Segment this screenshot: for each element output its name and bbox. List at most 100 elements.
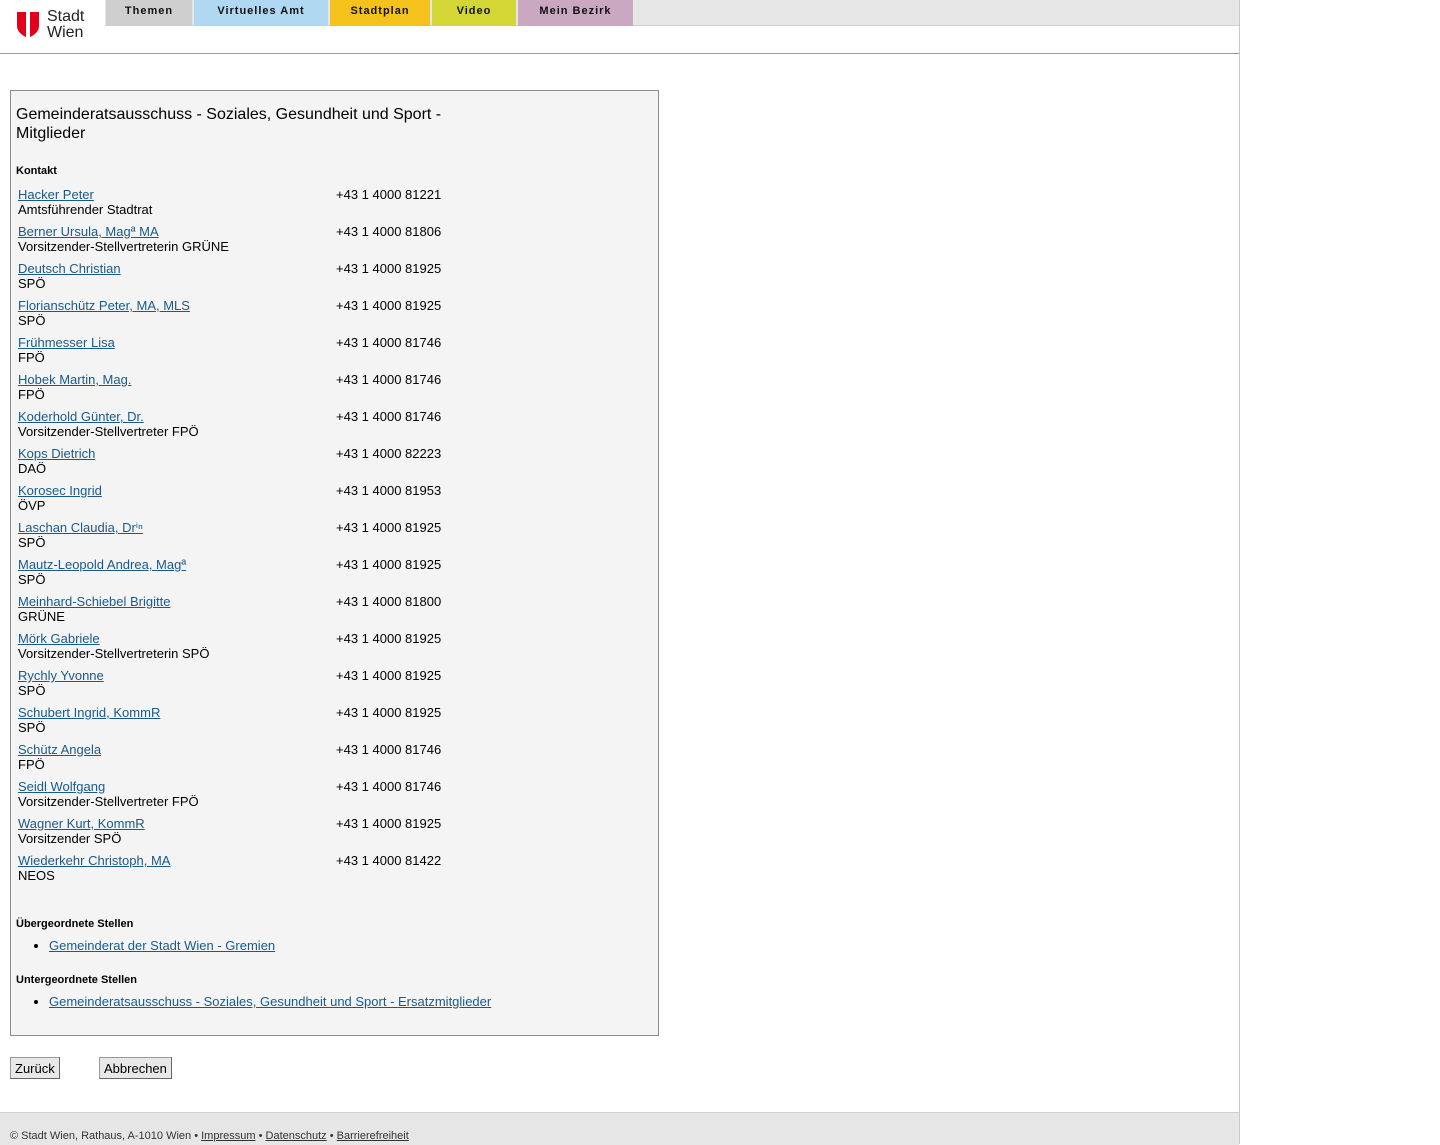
member-row: Florianschütz Peter, MA, MLS SPÖ +43 1 400… (18, 298, 618, 335)
tab-video[interactable]: Video (432, 0, 516, 26)
member-role: GRÜNE (18, 609, 65, 624)
member-name-link[interactable]: Laschan Claudia, Drⁱⁿ (18, 520, 143, 535)
tab-mein-bezirk[interactable]: Mein Bezirk (518, 0, 633, 26)
member-role: Vorsitzender SPÖ (18, 831, 122, 846)
vienna-shield-icon (17, 12, 39, 38)
tab-stadtplan[interactable]: Stadtplan (330, 0, 430, 26)
list-item: Gemeinderat der Stadt Wien - Gremien (49, 938, 275, 953)
member-name-link[interactable]: Wagner Kurt, KommR (18, 816, 145, 831)
member-role: NEOS (18, 868, 55, 883)
member-row: Berner Ursula, Magª MA Vorsitzender-Stell… (18, 224, 618, 261)
member-name-link[interactable]: Schubert Ingrid, KommR (18, 705, 160, 720)
member-phone: +43 1 4000 81746 (336, 335, 442, 350)
member-name-link[interactable]: Koderhold Günter, Dr. (18, 409, 144, 424)
member-phone: +43 1 4000 81953 (336, 483, 442, 498)
member-row: Hacker Peter Amtsführender Stadtrat +43 1 … (18, 187, 618, 224)
footer-separator: • (258, 1130, 263, 1142)
member-name-link[interactable]: Florianschütz Peter, MA, MLS (18, 298, 190, 313)
member-row: Koderhold Günter, Dr. Vorsitzender-Stellv… (18, 409, 618, 446)
stadt-wien-logo[interactable]: Stadt Wien (16, 9, 96, 43)
member-phone: +43 1 4000 81746 (336, 742, 442, 757)
header: Stadt Wien Themen Virtuelles Amt Stadtpl… (0, 0, 1239, 54)
member-name-link[interactable]: Hobek Martin, Mag. (18, 372, 131, 387)
member-role: SPÖ (18, 535, 46, 550)
member-phone: +43 1 4000 81925 (336, 816, 442, 831)
member-role: SPÖ (18, 313, 46, 328)
member-phone: +43 1 4000 81925 (336, 631, 442, 646)
member-role: Vorsitzender-Stellvertreterin GRÜNE (18, 239, 229, 254)
member-role: SPÖ (18, 683, 46, 698)
member-role: SPÖ (18, 276, 46, 291)
member-name-link[interactable]: Rychly Yvonne (18, 668, 104, 683)
member-name-link[interactable]: Korosec Ingrid (18, 483, 102, 498)
member-row: Laschan Claudia, Drⁱⁿ SPÖ +43 1 4000 81925 (18, 520, 618, 557)
member-role: FPÖ (18, 350, 45, 365)
member-row: Schubert Ingrid, KommR SPÖ +43 1 4000 8192… (18, 705, 618, 742)
member-phone: +43 1 4000 81746 (336, 372, 442, 387)
member-phone: +43 1 4000 81800 (336, 594, 442, 609)
member-phone: +43 1 4000 81925 (336, 261, 442, 276)
member-phone: +43 1 4000 81422 (336, 853, 442, 868)
tab-themen[interactable]: Themen (106, 0, 192, 26)
member-row: Korosec Ingrid ÖVP +43 1 4000 81953 (18, 483, 618, 520)
footer-link-impressum[interactable]: Impressum (201, 1130, 255, 1142)
footer-link-datenschutz[interactable]: Datenschutz (266, 1130, 327, 1142)
member-role: Vorsitzender-Stellvertreter FPÖ (18, 794, 199, 809)
member-role: Vorsitzender-Stellvertreter FPÖ (18, 424, 199, 439)
member-role: Amtsführender Stadtrat (18, 202, 153, 217)
member-role: FPÖ (18, 757, 45, 772)
member-row: Seidl Wolfgang Vorsitzender-Stellvertrete… (18, 779, 618, 816)
member-row: Meinhard-Schiebel Brigitte GRÜNE +43 1 400… (18, 594, 618, 631)
member-role: ÖVP (18, 498, 46, 513)
link-gemeinderat-gremien[interactable]: Gemeinderat der Stadt Wien - Gremien (49, 938, 275, 953)
page: Stadt Wien Themen Virtuelles Amt Stadtpl… (0, 0, 1240, 1145)
member-phone: +43 1 4000 81925 (336, 298, 442, 313)
member-name-link[interactable]: Hacker Peter (18, 187, 94, 202)
logo-text-wien: Wien (47, 24, 84, 41)
member-name-link[interactable]: Meinhard-Schiebel Brigitte (18, 594, 170, 609)
link-ersatzmitglieder[interactable]: Gemeinderatsausschuss - Soziales, Gesund… (49, 994, 491, 1009)
member-phone: +43 1 4000 81925 (336, 557, 442, 572)
member-row: Wiederkehr Christoph, MA NEOS +43 1 4000 8… (18, 853, 618, 890)
list-item: Gemeinderatsausschuss - Soziales, Gesund… (49, 994, 491, 1009)
member-row: Wagner Kurt, KommR Vorsitzender SPÖ +43 1 … (18, 816, 618, 853)
member-phone: +43 1 4000 81806 (336, 224, 442, 239)
member-name-link[interactable]: Wiederkehr Christoph, MA (18, 853, 170, 868)
member-name-link[interactable]: Deutsch Christian (18, 261, 121, 276)
member-name-link[interactable]: Mautz-Leopold Andrea, Magª (18, 557, 186, 572)
member-name-link[interactable]: Schütz Angela (18, 742, 101, 757)
member-row: Schütz Angela FPÖ +43 1 4000 81746 (18, 742, 618, 779)
member-name-link[interactable]: Kops Dietrich (18, 446, 95, 461)
contact-heading: Kontakt (16, 165, 57, 177)
member-name-link[interactable]: Mörk Gabriele (18, 631, 100, 646)
child-units-list: Gemeinderatsausschuss - Soziales, Gesund… (16, 994, 491, 1009)
member-role: Vorsitzender-Stellvertreterin SPÖ (18, 646, 210, 661)
back-button[interactable]: Zurück (10, 1057, 60, 1079)
member-phone: +43 1 4000 81925 (336, 520, 442, 535)
footer-separator: • (194, 1130, 199, 1142)
cancel-button[interactable]: Abbrechen (99, 1057, 172, 1079)
footer-text: © Stadt Wien, Rathaus, A-1010 Wien • Imp… (10, 1130, 409, 1142)
member-row: Deutsch Christian SPÖ +43 1 4000 81925 (18, 261, 618, 298)
member-name-link[interactable]: Berner Ursula, Magª MA (18, 224, 159, 239)
member-name-link[interactable]: Seidl Wolfgang (18, 779, 105, 794)
member-list: Hacker Peter Amtsführender Stadtrat +43 1 … (18, 187, 618, 890)
logo-text-stadt: Stadt (47, 8, 85, 25)
child-units-heading: Untergeordnete Stellen (16, 974, 138, 986)
page-title: Gemeinderatsausschuss - Soziales, Gesund… (16, 106, 442, 142)
parent-units-list: Gemeinderat der Stadt Wien - Gremien (16, 938, 275, 953)
member-phone: +43 1 4000 81925 (336, 668, 442, 683)
member-row: Kops Dietrich DAÖ +43 1 4000 82223 (18, 446, 618, 483)
member-row: Rychly Yvonne SPÖ +43 1 4000 81925 (18, 668, 618, 705)
footer: © Stadt Wien, Rathaus, A-1010 Wien • Imp… (0, 1112, 1239, 1145)
member-role: DAÖ (18, 461, 47, 476)
member-name-link[interactable]: Frühmesser Lisa (18, 335, 115, 350)
member-phone: +43 1 4000 81221 (336, 187, 442, 202)
footer-link-barrierefreiheit[interactable]: Barrierefreiheit (337, 1130, 409, 1142)
footer-copyright: © Stadt Wien, Rathaus, A-1010 Wien (10, 1130, 192, 1142)
member-phone: +43 1 4000 82223 (336, 446, 442, 461)
member-phone: +43 1 4000 81925 (336, 705, 442, 720)
footer-separator: • (329, 1130, 334, 1142)
member-role: FPÖ (18, 387, 45, 402)
tab-virtuelles-amt[interactable]: Virtuelles Amt (194, 0, 328, 26)
